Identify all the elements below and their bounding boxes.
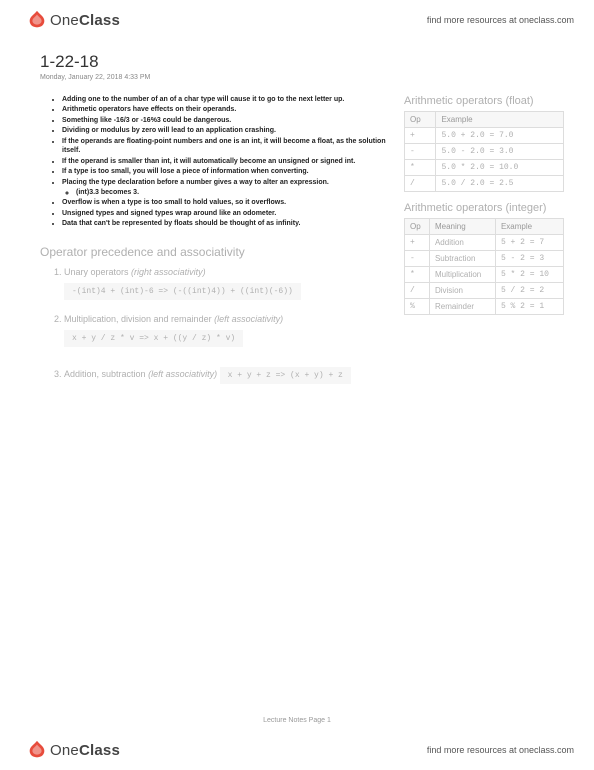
right-column: Arithmetic operators (float) Op Example …	[404, 95, 564, 398]
table-row: /Division5 / 2 = 2	[405, 283, 564, 299]
section-heading: Operator precedence and associativity	[40, 245, 386, 259]
leaf-icon	[26, 739, 48, 761]
item-label: Addition, subtraction	[64, 369, 146, 379]
float-table: Op Example +5.0 + 2.0 = 7.0 -5.0 - 2.0 =…	[404, 111, 564, 192]
page-number: Lecture Notes Page 1	[0, 717, 594, 724]
list-item: Something like -16/3 or -16%3 could be d…	[62, 116, 386, 125]
leaf-icon	[26, 9, 48, 31]
table-row: /5.0 / 2.0 = 2.5	[405, 176, 564, 192]
col-header: Example	[495, 219, 563, 235]
item-assoc: (left associativity)	[214, 314, 283, 324]
brand-text-footer: OneClass	[50, 742, 120, 759]
brand-logo: OneClass	[26, 9, 120, 31]
header-bar: OneClass find more resources at oneclass…	[0, 0, 594, 40]
table-row: -Subtraction5 - 2 = 3	[405, 251, 564, 267]
list-item: Data that can't be represented by floats…	[62, 219, 386, 228]
list-item: Unary operators (right associativity) -(…	[64, 267, 386, 310]
list-item: (int)3.3 becomes 3.	[76, 188, 386, 197]
brand-logo-footer: OneClass	[26, 739, 120, 761]
list-item: If the operands are floating-point numbe…	[62, 137, 386, 156]
footer-bar: OneClass find more resources at oneclass…	[0, 730, 594, 770]
table-row: Op Example	[405, 112, 564, 128]
table-row: +5.0 + 2.0 = 7.0	[405, 128, 564, 144]
table-row: Op Meaning Example	[405, 219, 564, 235]
list-item: If a type is too small, you will lose a …	[62, 167, 386, 176]
list-item: Addition, subtraction (left associativit…	[64, 361, 386, 394]
table-row: %Remainder5 % 2 = 1	[405, 299, 564, 315]
list-item: Adding one to the number of an of a char…	[62, 95, 386, 104]
list-item: Arithmetic operators have effects on the…	[62, 105, 386, 114]
col-header: Meaning	[429, 219, 495, 235]
item-assoc: (left associativity)	[148, 369, 217, 379]
list-item: Multiplication, division and remainder (…	[64, 314, 386, 357]
col-header: Op	[405, 112, 436, 128]
table-row: *5.0 * 2.0 = 10.0	[405, 160, 564, 176]
code-box: -(int)4 + (int)-6 => (-((int)4)) + ((int…	[64, 283, 301, 300]
list-item: Unsigned types and signed types wrap aro…	[62, 209, 386, 218]
int-table: Op Meaning Example +Addition5 + 2 = 7 -S…	[404, 218, 564, 315]
bullet-list: Adding one to the number of an of a char…	[40, 95, 386, 229]
table-row: +Addition5 + 2 = 7	[405, 235, 564, 251]
promo-link-bottom[interactable]: find more resources at oneclass.com	[427, 745, 574, 755]
item-label: Unary operators	[64, 267, 129, 277]
page-title: 1-22-18	[40, 52, 564, 72]
list-item-text: Placing the type declaration before a nu…	[62, 179, 329, 186]
table-row: -5.0 - 2.0 = 3.0	[405, 144, 564, 160]
page-content: 1-22-18 Monday, January 22, 2018 4:33 PM…	[0, 40, 594, 730]
col-header: Op	[405, 219, 430, 235]
promo-link-top[interactable]: find more resources at oneclass.com	[427, 15, 574, 25]
ordered-list: Unary operators (right associativity) -(…	[40, 267, 386, 394]
int-title: Arithmetic operators (integer)	[404, 202, 564, 214]
code-box: x + y + z => (x + y) + z	[220, 367, 351, 384]
item-label: Multiplication, division and remainder	[64, 314, 212, 324]
list-item: If the operand is smaller than int, it w…	[62, 157, 386, 166]
table-row: *Multiplication5 * 2 = 10	[405, 267, 564, 283]
list-item: Placing the type declaration before a nu…	[62, 178, 386, 198]
col-header: Example	[436, 112, 564, 128]
left-column: Adding one to the number of an of a char…	[40, 95, 386, 398]
list-item: Dividing or modulus by zero will lead to…	[62, 126, 386, 135]
list-item: Overflow is when a type is too small to …	[62, 198, 386, 207]
brand-text: OneClass	[50, 12, 120, 29]
code-box: x + y / z * v => x + ((y / z) * v)	[64, 330, 243, 347]
float-title: Arithmetic operators (float)	[404, 95, 564, 107]
item-assoc: (right associativity)	[131, 267, 206, 277]
page-meta: Monday, January 22, 2018 4:33 PM	[40, 74, 564, 81]
